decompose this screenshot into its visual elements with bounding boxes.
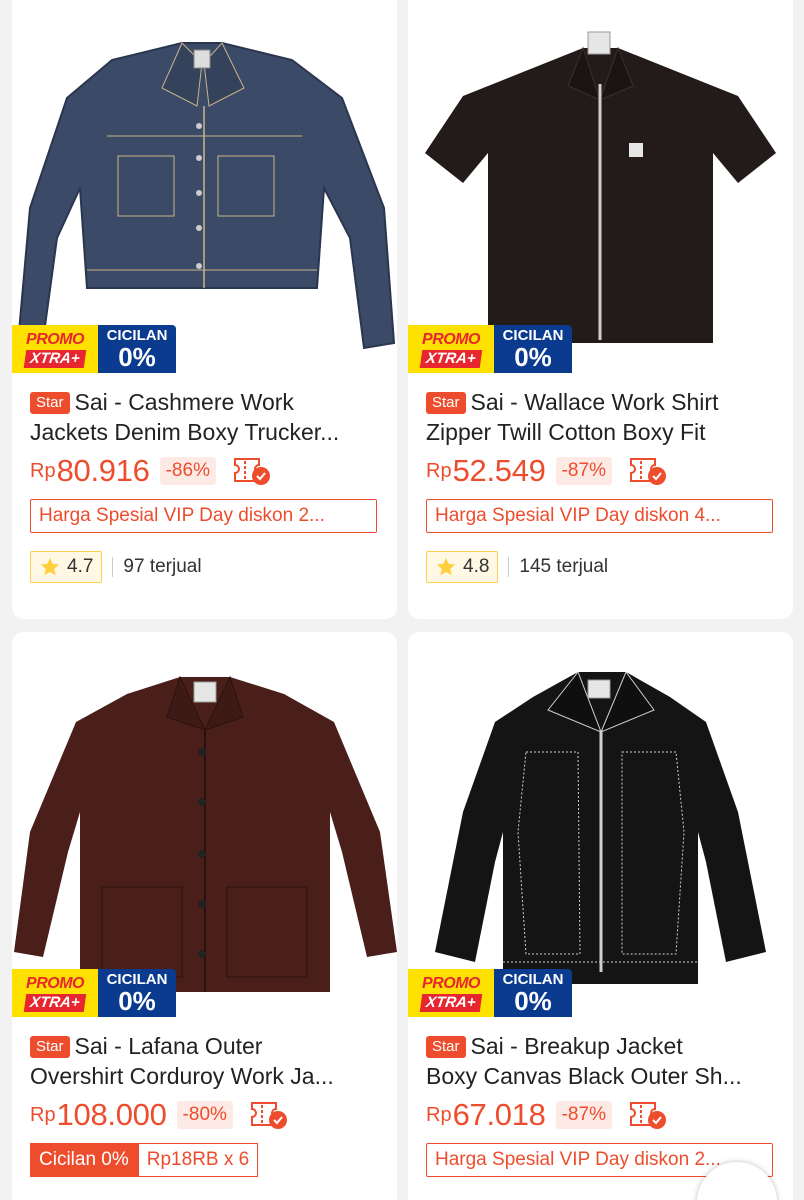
installment-row: Cicilan 0% Rp18RB x 6 [30,1143,379,1177]
voucher-check-icon [250,1102,287,1129]
rating-badge: 4.7 [30,551,103,583]
price-row: Rp 108.000 -80% [30,1097,379,1133]
product-title: Star Sai - Lafana Outer Overshirt Corduro… [30,1031,379,1091]
sold-count: 145 terjual [519,556,609,577]
discount-badge: -87% [555,457,612,485]
voucher-check-icon [629,458,666,485]
price-row: Rp 80.916 -86% [30,453,379,489]
product-title-line2: Jackets Denim Boxy Trucker... [30,419,340,445]
currency: Rp [426,1103,452,1126]
star-seller-tag: Star [426,1036,466,1058]
divider [508,557,510,577]
rating-value: 4.7 [67,556,94,577]
product-card[interactable]: PROMO XTRA+ CICILAN 0% Star Sai - Wallace… [408,0,793,619]
divider [112,557,114,577]
rating-value: 4.8 [463,556,490,577]
promo-badge-line2: XTRA+ [419,993,483,1012]
promo-xtra-badge: PROMO XTRA+ [408,969,494,1017]
cicilan-badge: CICILAN 0% [494,969,572,1017]
promo-badge-line1: PROMO [26,974,84,992]
promo-badges: PROMO XTRA+ CICILAN 0% [408,325,572,373]
star-icon [436,557,456,576]
product-image[interactable]: PROMO XTRA+ CICILAN 0% [12,632,397,1017]
promo-badge-line2: XTRA+ [23,993,87,1012]
price: 108.000 [56,1097,167,1132]
product-card[interactable]: PROMO XTRA+ CICILAN 0% Star Sai - Lafana … [12,632,397,1200]
voucher-check-icon [233,458,270,485]
currency: Rp [30,459,56,482]
promo-badge-line2: XTRA+ [23,349,87,368]
currency: Rp [30,1103,56,1126]
product-title-line1: Sai - Wallace Work Shirt [470,389,719,415]
cicilan-badge-line2: 0% [514,986,552,1016]
promo-badges: PROMO XTRA+ CICILAN 0% [408,969,572,1017]
promo-badges: PROMO XTRA+ CICILAN 0% [12,325,176,373]
promo-xtra-badge: PROMO XTRA+ [12,969,98,1017]
product-title-line1: Sai - Cashmere Work [74,389,294,415]
cicilan-badge: CICILAN 0% [98,325,176,373]
product-title: Star Sai - Breakup Jacket Boxy Canvas Bla… [426,1031,775,1091]
cicilan-badge-line2: 0% [514,342,552,372]
price-row: Rp 67.018 -87% [426,1097,775,1133]
voucher-check-icon [629,1102,666,1129]
price: 52.549 [452,453,546,488]
installment-value: Rp18RB x 6 [137,1143,259,1177]
canvas-jacket-image [408,632,793,1017]
product-grid: PROMO XTRA+ CICILAN 0% Star Sai - Cashmer… [0,0,804,1200]
promo-xtra-badge: PROMO XTRA+ [12,325,98,373]
product-title-line2: Boxy Canvas Black Outer Sh... [426,1063,742,1089]
promo-badge-line2: XTRA+ [419,349,483,368]
product-title-line1: Sai - Breakup Jacket [470,1033,683,1059]
installment-label: Cicilan 0% [30,1143,138,1177]
sold-count: 97 terjual [123,556,202,577]
product-card[interactable]: PROMO XTRA+ CICILAN 0% Star Sai - Cashmer… [12,0,397,619]
product-image[interactable]: PROMO XTRA+ CICILAN 0% [12,0,397,373]
product-title: Star Sai - Wallace Work Shirt Zipper Twil… [426,387,775,447]
corduroy-overshirt-image [12,632,397,1017]
promo-xtra-badge: PROMO XTRA+ [408,325,494,373]
product-image[interactable]: PROMO XTRA+ CICILAN 0% [408,632,793,1017]
product-image[interactable]: PROMO XTRA+ CICILAN 0% [408,0,793,373]
price-row: Rp 52.549 -87% [426,453,775,489]
rating-badge: 4.8 [426,551,499,583]
promo-badge-line1: PROMO [26,330,84,348]
promo-label: Harga Spesial VIP Day diskon 2... [30,499,377,533]
black-shirt-image [408,0,793,373]
cicilan-badge: CICILAN 0% [494,325,572,373]
product-title-line1: Sai - Lafana Outer [74,1033,263,1059]
promo-badge-line1: PROMO [422,330,480,348]
rating-row: 4.8 145 terjual [426,551,775,583]
star-seller-tag: Star [426,392,466,414]
discount-badge: -86% [159,457,216,485]
cicilan-badge: CICILAN 0% [98,969,176,1017]
promo-badge-line1: PROMO [422,974,480,992]
product-card[interactable]: PROMO XTRA+ CICILAN 0% Star Sai - Breakup… [408,632,793,1200]
product-title: Star Sai - Cashmere Work Jackets Denim Bo… [30,387,379,447]
promo-badges: PROMO XTRA+ CICILAN 0% [12,969,176,1017]
product-title-line2: Zipper Twill Cotton Boxy Fit [426,419,706,445]
product-title-line2: Overshirt Corduroy Work Ja... [30,1063,334,1089]
cicilan-badge-line2: 0% [118,986,156,1016]
star-icon [40,557,60,576]
price: 80.916 [56,453,150,488]
cicilan-badge-line2: 0% [118,342,156,372]
promo-label: Harga Spesial VIP Day diskon 4... [426,499,773,533]
price: 67.018 [452,1097,546,1132]
star-seller-tag: Star [30,392,70,414]
rating-row: 4.7 97 terjual [30,551,379,583]
discount-badge: -80% [176,1101,233,1129]
currency: Rp [426,459,452,482]
star-seller-tag: Star [30,1036,70,1058]
discount-badge: -87% [555,1101,612,1129]
denim-jacket-image [12,0,397,373]
